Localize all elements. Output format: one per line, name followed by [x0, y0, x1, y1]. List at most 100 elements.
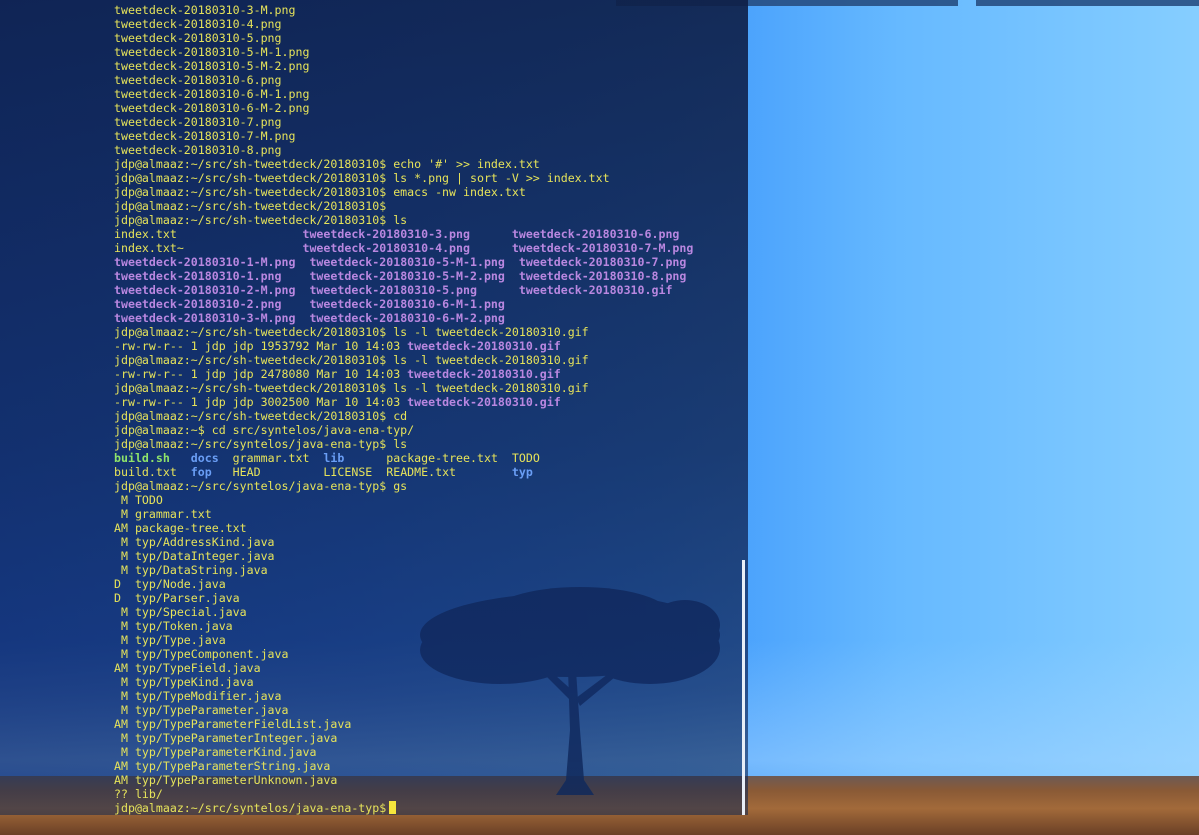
terminal-line: tweetdeck-20180310-6.png	[114, 73, 744, 87]
terminal-text-segment: M typ/Type.java	[114, 633, 226, 647]
terminal-line: AM typ/TypeParameterFieldList.java	[114, 717, 744, 731]
terminal-text-segment: M typ/Special.java	[114, 605, 247, 619]
terminal-text-segment: tweetdeck-20180310-6-M-1.png	[114, 87, 310, 101]
terminal-window[interactable]: tweetdeck-20180310-3-M.png tweetdeck-2018…	[0, 0, 748, 815]
terminal-text-segment: ?? lib/	[114, 787, 163, 801]
terminal-line: tweetdeck-20180310-2.png tweetdeck-20180…	[114, 297, 744, 311]
terminal-text-segment: M typ/DataInteger.java	[114, 549, 275, 563]
terminal-line: D typ/Node.java	[114, 577, 744, 591]
terminal-line: jdp@almaaz:~/src/syntelos/java-ena-typ$ …	[114, 437, 744, 451]
terminal-text-segment: tweetdeck-20180310-4.png	[114, 17, 282, 31]
terminal-text-segment: D typ/Node.java	[114, 577, 226, 591]
terminal-text-segment: tweetdeck-20180310-5.png	[309, 283, 477, 297]
terminal-text-segment: AM package-tree.txt	[114, 521, 247, 535]
terminal-prompt-line[interactable]: jdp@almaaz:~/src/syntelos/java-ena-typ$	[114, 801, 744, 815]
terminal-line: jdp@almaaz:~/src/sh-tweetdeck/20180310$ …	[114, 409, 744, 423]
terminal-line: tweetdeck-20180310-3-M.png tweetdeck-201…	[114, 311, 744, 325]
terminal-line: index.txt~ tweetdeck-20180310-4.png twee…	[114, 241, 744, 255]
terminal-text-segment: M grammar.txt	[114, 507, 212, 521]
terminal-line: jdp@almaaz:~/src/sh-tweetdeck/20180310$ …	[114, 353, 744, 367]
terminal-line: M grammar.txt	[114, 507, 744, 521]
terminal-text-segment: jdp@almaaz:~/src/sh-tweetdeck/20180310$ …	[114, 157, 540, 171]
terminal-line: M TODO	[114, 493, 744, 507]
terminal-line: jdp@almaaz:~/src/sh-tweetdeck/20180310$ …	[114, 171, 744, 185]
terminal-text-segment: tweetdeck-20180310-7-M.png	[114, 129, 296, 143]
terminal-text-segment: -rw-rw-r-- 1 jdp jdp 2478080 Mar 10 14:0…	[114, 367, 408, 381]
terminal-line: ?? lib/	[114, 787, 744, 801]
terminal-text-segment: AM typ/TypeField.java	[114, 661, 261, 675]
terminal-line: index.txt tweetdeck-20180310-3.png tweet…	[114, 227, 744, 241]
terminal-line: tweetdeck-20180310-1.png tweetdeck-20180…	[114, 269, 744, 283]
terminal-text-segment: M typ/TypeModifier.java	[114, 689, 282, 703]
terminal-text-segment: M typ/TypeComponent.java	[114, 647, 289, 661]
terminal-text-segment: jdp@almaaz:~/src/sh-tweetdeck/20180310$ …	[114, 325, 589, 339]
terminal-text-segment: AM typ/TypeParameterFieldList.java	[114, 717, 352, 731]
terminal-text-segment: docs	[190, 451, 219, 465]
terminal-line: jdp@almaaz:~/src/syntelos/java-ena-typ$ …	[114, 479, 744, 493]
terminal-text-segment: index.txt	[114, 227, 303, 241]
terminal-line: M typ/TypeKind.java	[114, 675, 744, 689]
terminal-text-segment: jdp@almaaz:~/src/syntelos/java-ena-typ$ …	[114, 479, 408, 493]
terminal-text-segment: tweetdeck-20180310-6-M-2.png	[114, 101, 310, 115]
terminal-text-segment: tweetdeck-20180310-8.png	[518, 269, 687, 283]
terminal-line: M typ/Type.java	[114, 633, 744, 647]
terminal-text-segment: tweetdeck-20180310-1-M.png	[114, 255, 296, 269]
terminal-line: M typ/DataInteger.java	[114, 549, 744, 563]
terminal-text-segment: M typ/TypeParameterKind.java	[114, 745, 317, 759]
terminal-line: jdp@almaaz:~/src/sh-tweetdeck/20180310$ …	[114, 157, 744, 171]
terminal-text-segment: build.txt	[114, 465, 191, 479]
terminal-text-segment: tweetdeck-20180310-7.png	[114, 115, 282, 129]
terminal-text-segment: tweetdeck-20180310-5-M-2.png	[114, 59, 310, 73]
terminal-line: M typ/TypeComponent.java	[114, 647, 744, 661]
terminal-line: tweetdeck-20180310-8.png	[114, 143, 744, 157]
terminal-text-segment: tweetdeck-20180310-7-M.png	[511, 241, 694, 255]
block-cursor-icon	[389, 801, 397, 814]
terminal-text-segment: tweetdeck-20180310.gif	[518, 283, 673, 297]
terminal-lines: tweetdeck-20180310-3-M.png tweetdeck-2018…	[114, 3, 744, 801]
terminal-output: tweetdeck-20180310-3-M.png tweetdeck-2018…	[114, 3, 744, 815]
terminal-text-segment: jdp@almaaz:~$ cd src/syntelos/java-ena-t…	[114, 423, 415, 437]
terminal-text-segment: tweetdeck-20180310-6.png	[511, 227, 680, 241]
terminal-text-segment: jdp@almaaz:~/src/sh-tweetdeck/20180310$ …	[114, 381, 589, 395]
terminal-text-segment: tweetdeck-20180310-4.png	[302, 241, 470, 255]
terminal-text-segment: jdp@almaaz:~/src/sh-tweetdeck/20180310$	[114, 199, 387, 213]
terminal-line: tweetdeck-20180310-5-M-1.png	[114, 45, 744, 59]
terminal-text-segment: tweetdeck-20180310-5-M-1.png	[309, 255, 505, 269]
terminal-text-segment: typ	[511, 465, 533, 479]
terminal-text-segment: tweetdeck-20180310.gif	[407, 339, 561, 353]
terminal-line: M typ/TypeParameterInteger.java	[114, 731, 744, 745]
terminal-line: tweetdeck-20180310-2-M.png tweetdeck-201…	[114, 283, 744, 297]
terminal-text-segment: lib	[323, 451, 345, 465]
terminal-line: tweetdeck-20180310-3-M.png	[114, 3, 744, 17]
terminal-line: jdp@almaaz:~/src/sh-tweetdeck/20180310$ …	[114, 213, 744, 227]
terminal-line: AM typ/TypeParameterString.java	[114, 759, 744, 773]
terminal-line: tweetdeck-20180310-5.png	[114, 31, 744, 45]
terminal-line: build.txt fop HEAD LICENSE README.txt ty…	[114, 465, 744, 479]
terminal-text-segment: tweetdeck-20180310-5.png	[114, 31, 282, 45]
terminal-text-segment: tweetdeck-20180310-3-M.png	[114, 311, 296, 325]
terminal-text-segment: M typ/TypeKind.java	[114, 675, 254, 689]
terminal-scrollbar[interactable]	[742, 560, 745, 815]
terminal-line: jdp@almaaz:~/src/sh-tweetdeck/20180310$	[114, 199, 744, 213]
terminal-text-segment: package-tree.txt TODO	[344, 451, 540, 465]
terminal-text-segment: M typ/TypeParameter.java	[114, 703, 289, 717]
terminal-text-segment: M typ/DataString.java	[114, 563, 268, 577]
terminal-text-segment: tweetdeck-20180310-3.png	[302, 227, 470, 241]
terminal-line: tweetdeck-20180310-6-M-1.png	[114, 87, 744, 101]
terminal-text-segment: M typ/Token.java	[114, 619, 233, 633]
terminal-text-segment: AM typ/TypeParameterString.java	[114, 759, 331, 773]
terminal-text-segment: tweetdeck-20180310-1.png	[114, 269, 282, 283]
terminal-text-segment: jdp@almaaz:~/src/sh-tweetdeck/20180310$ …	[114, 353, 589, 367]
terminal-text-segment: jdp@almaaz:~/src/sh-tweetdeck/20180310$ …	[114, 409, 408, 423]
terminal-prompt: jdp@almaaz:~/src/syntelos/java-ena-typ$	[114, 801, 387, 815]
terminal-text-segment: tweetdeck-20180310-6.png	[114, 73, 282, 87]
terminal-text-segment: tweetdeck-20180310-5-M-1.png	[114, 45, 310, 59]
terminal-line: tweetdeck-20180310-5-M-2.png	[114, 59, 744, 73]
